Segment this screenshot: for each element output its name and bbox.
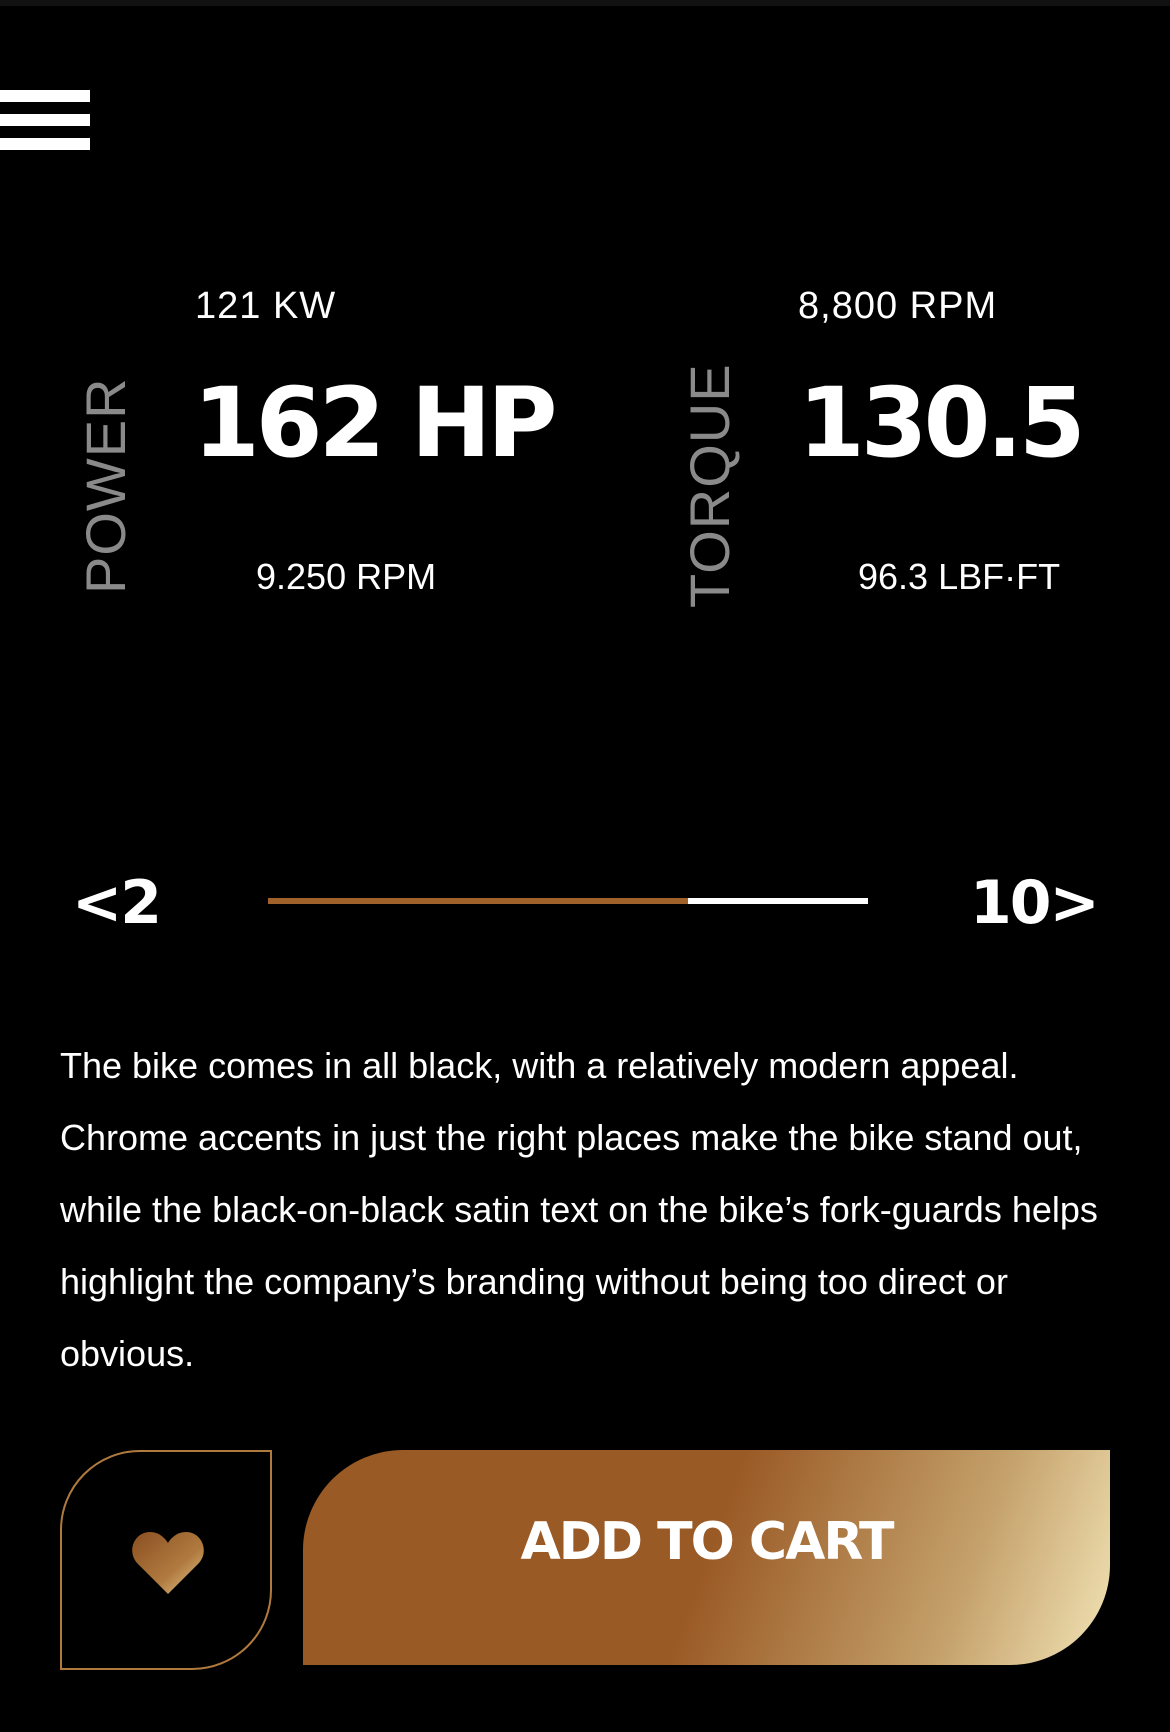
progress-track <box>268 898 868 904</box>
torque-stat: TORQUE 8,800 RPM 130.5 96.3 LBF·FT <box>600 280 1170 620</box>
add-to-cart-button[interactable]: ADD TO CART <box>303 1450 1110 1665</box>
menu-bar <box>0 138 90 150</box>
power-hp-value: 162 HP <box>193 367 558 479</box>
product-description: The bike comes in all black, with a rela… <box>60 1045 1098 1374</box>
torque-label: TORQUE <box>678 363 741 608</box>
progress-fill <box>268 898 688 904</box>
heart-icon <box>132 1532 204 1594</box>
power-rpm: 9.250 RPM <box>256 556 437 597</box>
menu-bar <box>0 90 90 102</box>
add-to-cart-label: ADD TO CART <box>520 1512 894 1572</box>
power-stat: POWER 121 KW 162 HP 9.250 RPM <box>0 280 600 620</box>
power-label: POWER <box>74 377 137 594</box>
torque-value: 130.5 <box>798 367 1086 479</box>
favorite-button[interactable] <box>60 1450 272 1670</box>
next-button[interactable]: 10> <box>970 868 1100 938</box>
hamburger-menu-icon[interactable] <box>0 84 92 164</box>
previous-button[interactable]: <2 <box>72 868 162 938</box>
torque-lbf-ft: 96.3 LBF·FT <box>858 556 1061 597</box>
top-divider <box>0 0 1170 6</box>
power-kw: 121 KW <box>195 285 337 327</box>
torque-rpm: 8,800 RPM <box>798 285 998 327</box>
gallery-pager: <2 10> <box>0 860 1170 940</box>
menu-bar <box>0 114 90 126</box>
